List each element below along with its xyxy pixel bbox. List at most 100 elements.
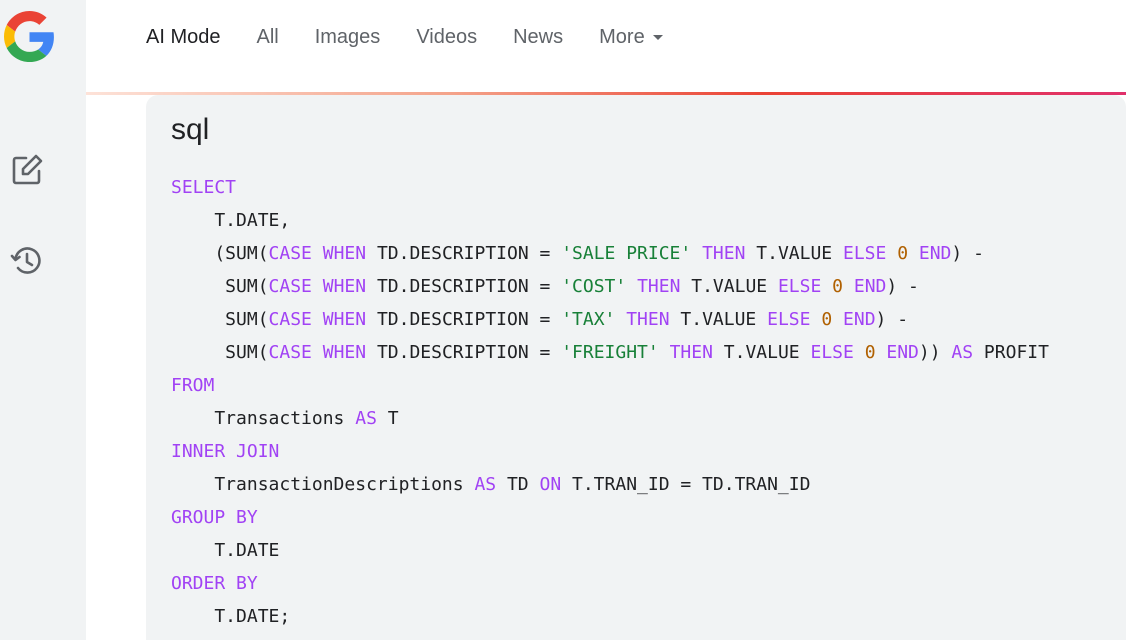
code-token: 0	[821, 309, 833, 330]
code-token: ) -	[886, 276, 919, 297]
code-token: PROFIT	[973, 342, 1049, 363]
code-line: (SUM(CASE WHEN TD.DESCRIPTION = 'SALE PR…	[171, 237, 1049, 270]
code-token: T.VALUE	[680, 276, 778, 297]
code-token: T.VALUE	[745, 243, 843, 264]
code-token: ORDER BY	[171, 573, 258, 594]
tab-ai-mode[interactable]: AI Mode	[146, 26, 220, 49]
search-tabs: AI Mode All Images Videos News More	[146, 22, 699, 52]
code-line: FROM	[171, 369, 1049, 402]
code-token: Transactions	[171, 408, 356, 429]
code-line: SUM(CASE WHEN TD.DESCRIPTION = 'COST' TH…	[171, 270, 1049, 303]
caret-down-icon	[652, 34, 663, 40]
code-token: TD	[496, 474, 540, 495]
google-logo[interactable]	[4, 11, 55, 62]
code-token: GROUP BY	[171, 507, 258, 528]
code-token: T.TRAN_ID = TD.TRAN_ID	[561, 474, 811, 495]
code-token: 0	[864, 342, 876, 363]
code-token: END	[918, 243, 952, 264]
code-line: INNER JOIN	[171, 435, 1049, 468]
code-language-label: sql	[171, 113, 210, 146]
code-token: SUM(	[171, 309, 269, 330]
code-token: WHEN	[322, 243, 367, 264]
tab-news[interactable]: News	[513, 26, 563, 49]
code-line: T.DATE;	[171, 600, 1049, 633]
tab-images[interactable]: Images	[315, 26, 381, 49]
code-token: T.DATE,	[171, 210, 291, 231]
code-token: ) -	[951, 243, 984, 264]
code-token: ) -	[875, 309, 909, 330]
code-token: ELSE	[767, 309, 811, 330]
code-token: TD.DESCRIPTION =	[366, 342, 562, 363]
code-token: TD.DESCRIPTION =	[366, 309, 562, 330]
code-line: SUM(CASE WHEN TD.DESCRIPTION = 'FREIGHT'…	[171, 336, 1049, 369]
code-token: T.DATE	[171, 540, 280, 561]
code-token: CASE	[268, 309, 312, 330]
tab-all[interactable]: All	[256, 26, 278, 49]
code-token: ON	[539, 474, 562, 495]
code-token: WHEN	[322, 276, 367, 297]
code-token: T.DATE;	[171, 606, 291, 627]
code-token: T	[376, 408, 399, 429]
code-token: CASE	[268, 342, 312, 363]
code-token: TD.DESCRIPTION =	[366, 276, 562, 297]
code-token: (SUM(	[171, 243, 269, 264]
left-rail	[0, 0, 86, 640]
history-icon[interactable]	[10, 244, 44, 278]
code-block: sql SELECT T.DATE, (SUM(CASE WHEN TD.DES…	[146, 95, 1126, 640]
code-token: SELECT	[171, 177, 237, 198]
code-line: ORDER BY	[171, 567, 1049, 600]
code-token: AS	[474, 474, 497, 495]
new-chat-icon[interactable]	[10, 153, 44, 187]
code-token: THEN	[626, 309, 670, 330]
tab-videos[interactable]: Videos	[416, 26, 477, 49]
code-token: END	[853, 276, 887, 297]
code-token: SUM(	[171, 342, 269, 363]
code-token: ))	[918, 342, 952, 363]
code-token: TransactionDescriptions	[171, 474, 475, 495]
code-line: TransactionDescriptions AS TD ON T.TRAN_…	[171, 468, 1049, 501]
code-token: CASE	[268, 243, 312, 264]
code-token: FROM	[171, 375, 215, 396]
code-line: SUM(CASE WHEN TD.DESCRIPTION = 'TAX' THE…	[171, 303, 1049, 336]
code-token: THEN	[637, 276, 681, 297]
code-token: 'COST'	[561, 276, 627, 297]
code-token: TD.DESCRIPTION =	[366, 243, 562, 264]
code-token: T.VALUE	[712, 342, 811, 363]
code-token: AS	[355, 408, 377, 429]
code-token: 'FREIGHT'	[561, 342, 659, 363]
tab-more[interactable]: More	[599, 26, 663, 49]
code-line: Transactions AS T	[171, 402, 1049, 435]
code-token: SUM(	[171, 276, 269, 297]
code-token: T.VALUE	[669, 309, 768, 330]
code-line: SELECT	[171, 171, 1049, 204]
code-token: CASE	[268, 276, 312, 297]
code-token: WHEN	[322, 309, 367, 330]
code-token: THEN	[702, 243, 746, 264]
code-token: ELSE	[842, 243, 887, 264]
code-token: INNER JOIN	[171, 441, 280, 462]
code-token: 0	[832, 276, 844, 297]
code-token: WHEN	[322, 342, 367, 363]
code-content[interactable]: SELECT T.DATE, (SUM(CASE WHEN TD.DESCRIP…	[171, 171, 1049, 633]
code-token: ELSE	[810, 342, 854, 363]
code-token: AS	[951, 342, 974, 363]
code-token: 0	[897, 243, 909, 264]
code-token: 'TAX'	[561, 309, 616, 330]
code-token: END	[886, 342, 919, 363]
